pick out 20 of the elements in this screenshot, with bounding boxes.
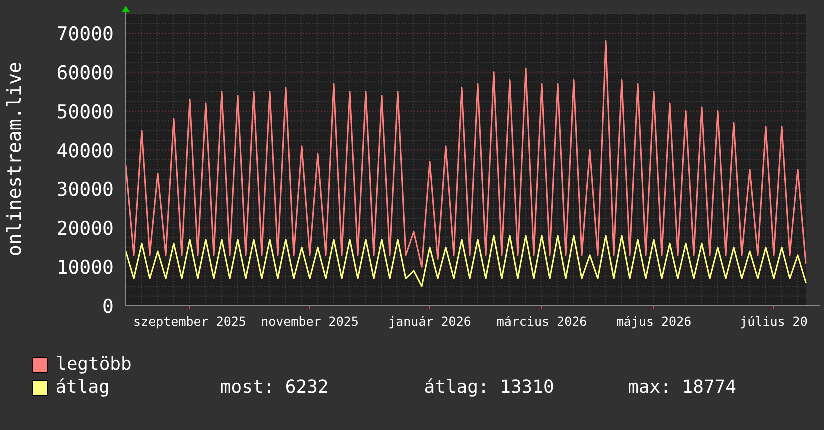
legend-label: legtöbb: [56, 354, 133, 375]
legend-stat: átlag: 13310: [424, 377, 556, 398]
axis-tick-label: 70000: [56, 23, 114, 46]
legend-stat: max: 18774: [628, 377, 738, 398]
axis-tick-label: március 2026: [496, 314, 588, 329]
axis-tick-label: szeptember 2025: [134, 314, 246, 329]
axis-tick-label: 0: [102, 296, 114, 318]
axis-tick-label: november 2025: [261, 314, 359, 329]
axis-tick-label: július 20: [740, 314, 808, 329]
axis-tick-label: 50000: [56, 101, 114, 124]
axis-tick-label: 40000: [56, 140, 114, 162]
axis-tick-label: 30000: [56, 179, 114, 202]
legend-stat: most: 6232: [220, 377, 330, 398]
axis-tick-label: 20000: [56, 218, 114, 240]
axis-tick-label: január 2026: [388, 314, 472, 329]
axis-tick-label: 10000: [56, 257, 114, 280]
axis-title: onlinestream.live: [4, 62, 26, 256]
legend-label: átlag: [56, 377, 111, 398]
axis-tick-label: 60000: [56, 62, 114, 84]
axis-tick-label: május 2026: [616, 314, 692, 329]
